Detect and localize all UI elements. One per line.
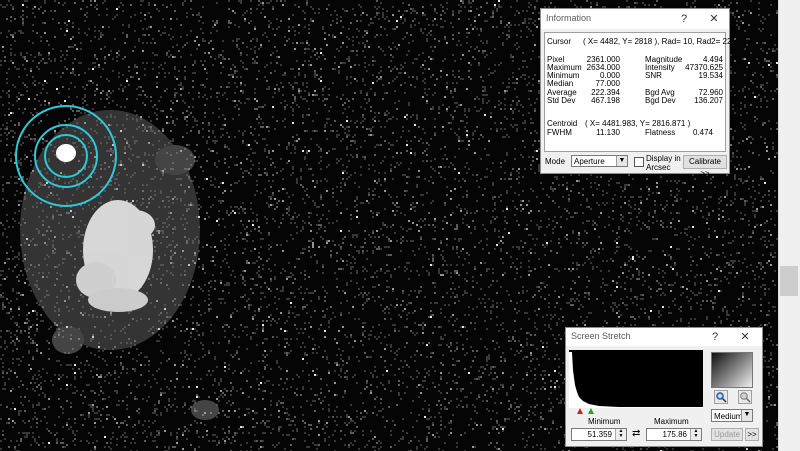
fwhm-label: FWHM xyxy=(547,128,572,137)
vertical-scrollbar[interactable] xyxy=(778,0,800,451)
display-arcsec-label-line2: Arcsec xyxy=(646,163,671,172)
zoom-out-icon[interactable] xyxy=(738,390,752,404)
cursor-value: ( X= 4482, Y= 2818 ), Rad= 10, Rad2= 22 xyxy=(583,37,732,46)
stat-value-snr: 19.534 xyxy=(698,71,723,80)
chevron-down-icon: ▼ xyxy=(616,156,627,166)
cursor-label: Cursor xyxy=(547,37,572,46)
scrollbar-thumb[interactable] xyxy=(780,266,798,296)
centroid-value: ( X= 4481.983, Y= 2816.871 ) xyxy=(585,119,691,128)
expand-button[interactable]: >> xyxy=(745,428,759,441)
stat-label-std-dev: Std Dev xyxy=(547,96,576,105)
update-button[interactable]: Update xyxy=(711,428,743,441)
spin-arrows-icon[interactable]: ▲ ▼ xyxy=(615,429,626,440)
mode-dropdown[interactable]: Aperture ▼ xyxy=(571,155,628,167)
display-arcsec-label-line1: Display in xyxy=(646,154,681,163)
target-star xyxy=(56,144,76,162)
stat-value-bgd-dev: 136.207 xyxy=(694,96,723,105)
minimum-value: 51.359 xyxy=(587,430,612,439)
flatness-value: 0.474 xyxy=(692,128,713,137)
display-arcsec-checkbox[interactable] xyxy=(634,157,644,167)
maximum-spinbox[interactable]: 175.86 ▲ ▼ xyxy=(646,428,702,441)
mode-label: Mode xyxy=(545,157,566,166)
chevron-down-icon: ▼ xyxy=(741,410,752,421)
information-window: Information ? ✕ Cursor ( X= 4482, Y= 281… xyxy=(540,8,731,178)
mode-value: Aperture xyxy=(574,157,605,166)
centroid-label: Centroid xyxy=(547,119,578,128)
minimum-spinbox[interactable]: 51.359 ▲ ▼ xyxy=(571,428,627,441)
stretch-preset-dropdown[interactable]: Medium ▼ xyxy=(711,409,753,422)
screen-stretch-title: Screen Stretch xyxy=(571,331,631,341)
help-button[interactable]: ? xyxy=(671,9,697,29)
close-button[interactable]: ✕ xyxy=(732,328,758,346)
maximum-label: Maximum xyxy=(654,417,689,426)
close-button[interactable]: ✕ xyxy=(701,9,727,29)
screen-stretch-titlebar[interactable]: Screen Stretch ? ✕ xyxy=(566,328,762,346)
flatness-label: Flatness xyxy=(645,128,676,137)
fwhm-value: 11.130 xyxy=(596,128,620,137)
help-button[interactable]: ? xyxy=(702,328,728,346)
stat-label-snr: SNR xyxy=(645,71,662,80)
histogram[interactable] xyxy=(569,350,703,414)
preset-value: Medium xyxy=(714,412,743,421)
stat-value-median: 77.000 xyxy=(595,79,620,88)
zoom-in-icon[interactable] xyxy=(714,390,728,404)
screen-stretch-window: Screen Stretch ? ✕ Minimum Maximum 51.35… xyxy=(565,327,763,447)
maximum-value: 175.86 xyxy=(662,430,687,439)
swap-button[interactable]: ⇄ xyxy=(632,428,640,439)
calibrate-button[interactable]: Calibrate >> xyxy=(683,155,727,178)
stretch-preview xyxy=(711,352,753,388)
information-title: Information xyxy=(546,13,592,23)
minimum-label: Minimum xyxy=(588,417,621,426)
spin-arrows-icon[interactable]: ▲ ▼ xyxy=(690,429,701,440)
stat-value-std-dev: 467.198 xyxy=(591,96,620,105)
information-panel: Cursor ( X= 4482, Y= 2818 ), Rad= 10, Ra… xyxy=(544,32,731,152)
stat-label-bgd-dev: Bgd Dev xyxy=(645,96,676,105)
stat-label-median: Median xyxy=(547,79,574,88)
information-titlebar[interactable]: Information ? ✕ xyxy=(541,9,729,29)
